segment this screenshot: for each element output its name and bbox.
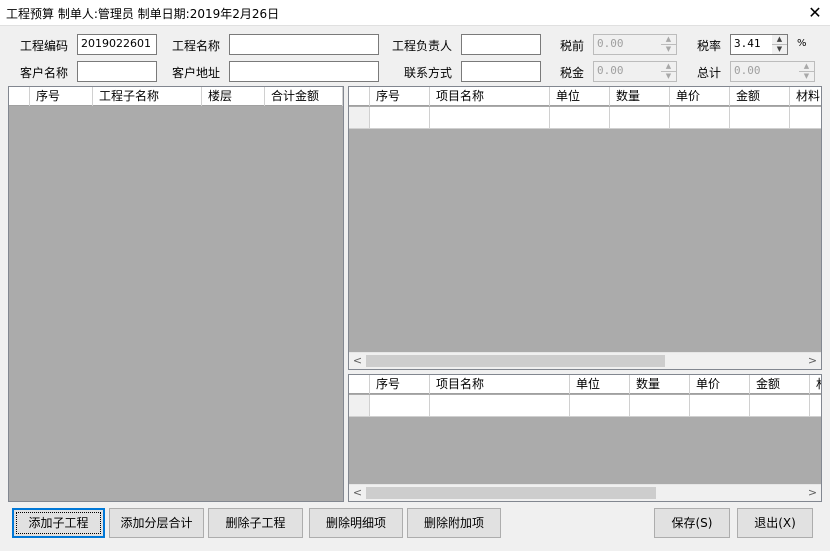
delete-detail-item-button[interactable]: 删除明细项 — [309, 508, 403, 538]
project-name-input[interactable] — [229, 34, 379, 55]
customer-address-input[interactable] — [229, 61, 379, 82]
customer-name-label: 客户名称 — [20, 66, 69, 80]
customer-address-label: 客户地址 — [172, 66, 221, 80]
tax-label: 税金 — [560, 66, 585, 80]
project-manager-label: 工程负责人 — [392, 39, 453, 53]
sub-project-grid-header: 序号 工程子名称 楼层 合计金额 — [9, 87, 343, 106]
column-header-quantity[interactable]: 数量 — [630, 375, 690, 394]
table-row[interactable] — [349, 107, 821, 129]
tax-value: 0.00 — [593, 61, 662, 82]
scroll-left-icon[interactable]: < — [349, 485, 366, 501]
contact-input[interactable] — [461, 61, 541, 82]
column-header-index[interactable]: 序号 — [370, 87, 430, 106]
column-header-material[interactable]: 材 — [810, 375, 821, 394]
pre-tax-value: 0.00 — [593, 34, 662, 55]
column-header-item-name[interactable]: 项目名称 — [430, 375, 570, 394]
project-manager-input[interactable] — [461, 34, 541, 55]
add-sub-project-button[interactable]: 添加子工程 — [12, 508, 105, 538]
row-header-cell — [349, 87, 370, 106]
row-header-cell — [349, 375, 370, 394]
title-bar: 工程预算 制单人:管理员 制单日期:2019年2月26日 ✕ — [0, 0, 830, 26]
detail-grid-header: 序号 项目名称 单位 数量 单价 金额 材料 — [349, 87, 821, 106]
delete-sub-project-button[interactable]: 删除子工程 — [208, 508, 303, 538]
total-spinner: 0.00 ▲ ▼ — [730, 61, 815, 82]
column-header-unit[interactable]: 单位 — [550, 87, 610, 106]
pre-tax-label: 税前 — [560, 39, 585, 53]
column-header-total-amount[interactable]: 合计金额 — [265, 87, 343, 106]
project-code-input[interactable]: 2019022601 — [77, 34, 157, 55]
tax-spinner: 0.00 ▲ ▼ — [593, 61, 677, 82]
spin-up-icon: ▲ — [661, 35, 676, 45]
spin-up-icon: ▲ — [661, 62, 676, 72]
column-header-sub-name[interactable]: 工程子名称 — [93, 87, 202, 106]
project-code-label: 工程编码 — [20, 39, 69, 53]
spin-up-icon[interactable]: ▲ — [772, 35, 787, 45]
column-header-unit-price[interactable]: 单价 — [670, 87, 730, 106]
save-button[interactable]: 保存(S) — [654, 508, 730, 538]
scroll-thumb[interactable] — [366, 355, 665, 367]
tax-rate-spinner[interactable]: 3.41 ▲ ▼ — [730, 34, 788, 55]
spin-up-icon: ▲ — [799, 62, 814, 72]
spin-down-icon: ▼ — [665, 44, 672, 53]
project-name-label: 工程名称 — [172, 39, 221, 53]
column-header-quantity[interactable]: 数量 — [610, 87, 670, 106]
exit-button[interactable]: 退出(X) — [737, 508, 813, 538]
column-header-unit[interactable]: 单位 — [570, 375, 630, 394]
tax-rate-value[interactable]: 3.41 — [730, 34, 773, 55]
tax-rate-label: 税率 — [697, 39, 722, 53]
total-label: 总计 — [697, 66, 722, 80]
spin-down-icon[interactable]: ▼ — [772, 45, 787, 55]
sub-project-grid[interactable]: 序号 工程子名称 楼层 合计金额 — [8, 86, 344, 502]
column-header-item-name[interactable]: 项目名称 — [430, 87, 550, 106]
column-header-unit-price[interactable]: 单价 — [690, 375, 750, 394]
scroll-left-icon[interactable]: < — [349, 353, 366, 369]
column-header-material[interactable]: 材料 — [790, 87, 821, 106]
column-header-amount[interactable]: 金额 — [750, 375, 810, 394]
delete-extra-item-button[interactable]: 删除附加项 — [407, 508, 501, 538]
window-title: 工程预算 制单人:管理员 制单日期:2019年2月26日 — [6, 7, 280, 21]
column-header-amount[interactable]: 金额 — [730, 87, 790, 106]
column-header-index[interactable]: 序号 — [370, 375, 430, 394]
scroll-right-icon[interactable]: > — [804, 485, 821, 501]
extra-grid-header: 序号 项目名称 单位 数量 单价 金额 材 — [349, 375, 821, 394]
scroll-right-icon[interactable]: > — [804, 353, 821, 369]
close-icon[interactable]: ✕ — [800, 0, 830, 26]
extra-grid-hscrollbar[interactable]: < > — [349, 484, 821, 501]
row-header-cell — [9, 87, 30, 106]
spin-down-icon: ▼ — [665, 71, 672, 80]
extra-item-grid[interactable]: 序号 项目名称 单位 数量 单价 金额 材 < > — [348, 374, 822, 502]
add-floor-total-button[interactable]: 添加分层合计 — [109, 508, 204, 538]
customer-name-input[interactable] — [77, 61, 157, 82]
scroll-thumb[interactable] — [366, 487, 656, 499]
pre-tax-spinner: 0.00 ▲ ▼ — [593, 34, 677, 55]
spin-down-icon: ▼ — [803, 71, 810, 80]
total-value: 0.00 — [730, 61, 800, 82]
detail-grid-hscrollbar[interactable]: < > — [349, 352, 821, 369]
table-row[interactable] — [349, 395, 821, 417]
contact-label: 联系方式 — [404, 66, 453, 80]
column-header-floor[interactable]: 楼层 — [202, 87, 265, 106]
percent-sign: % — [797, 38, 807, 49]
detail-item-grid[interactable]: 序号 项目名称 单位 数量 单价 金额 材料 < > — [348, 86, 822, 370]
column-header-index[interactable]: 序号 — [30, 87, 93, 106]
